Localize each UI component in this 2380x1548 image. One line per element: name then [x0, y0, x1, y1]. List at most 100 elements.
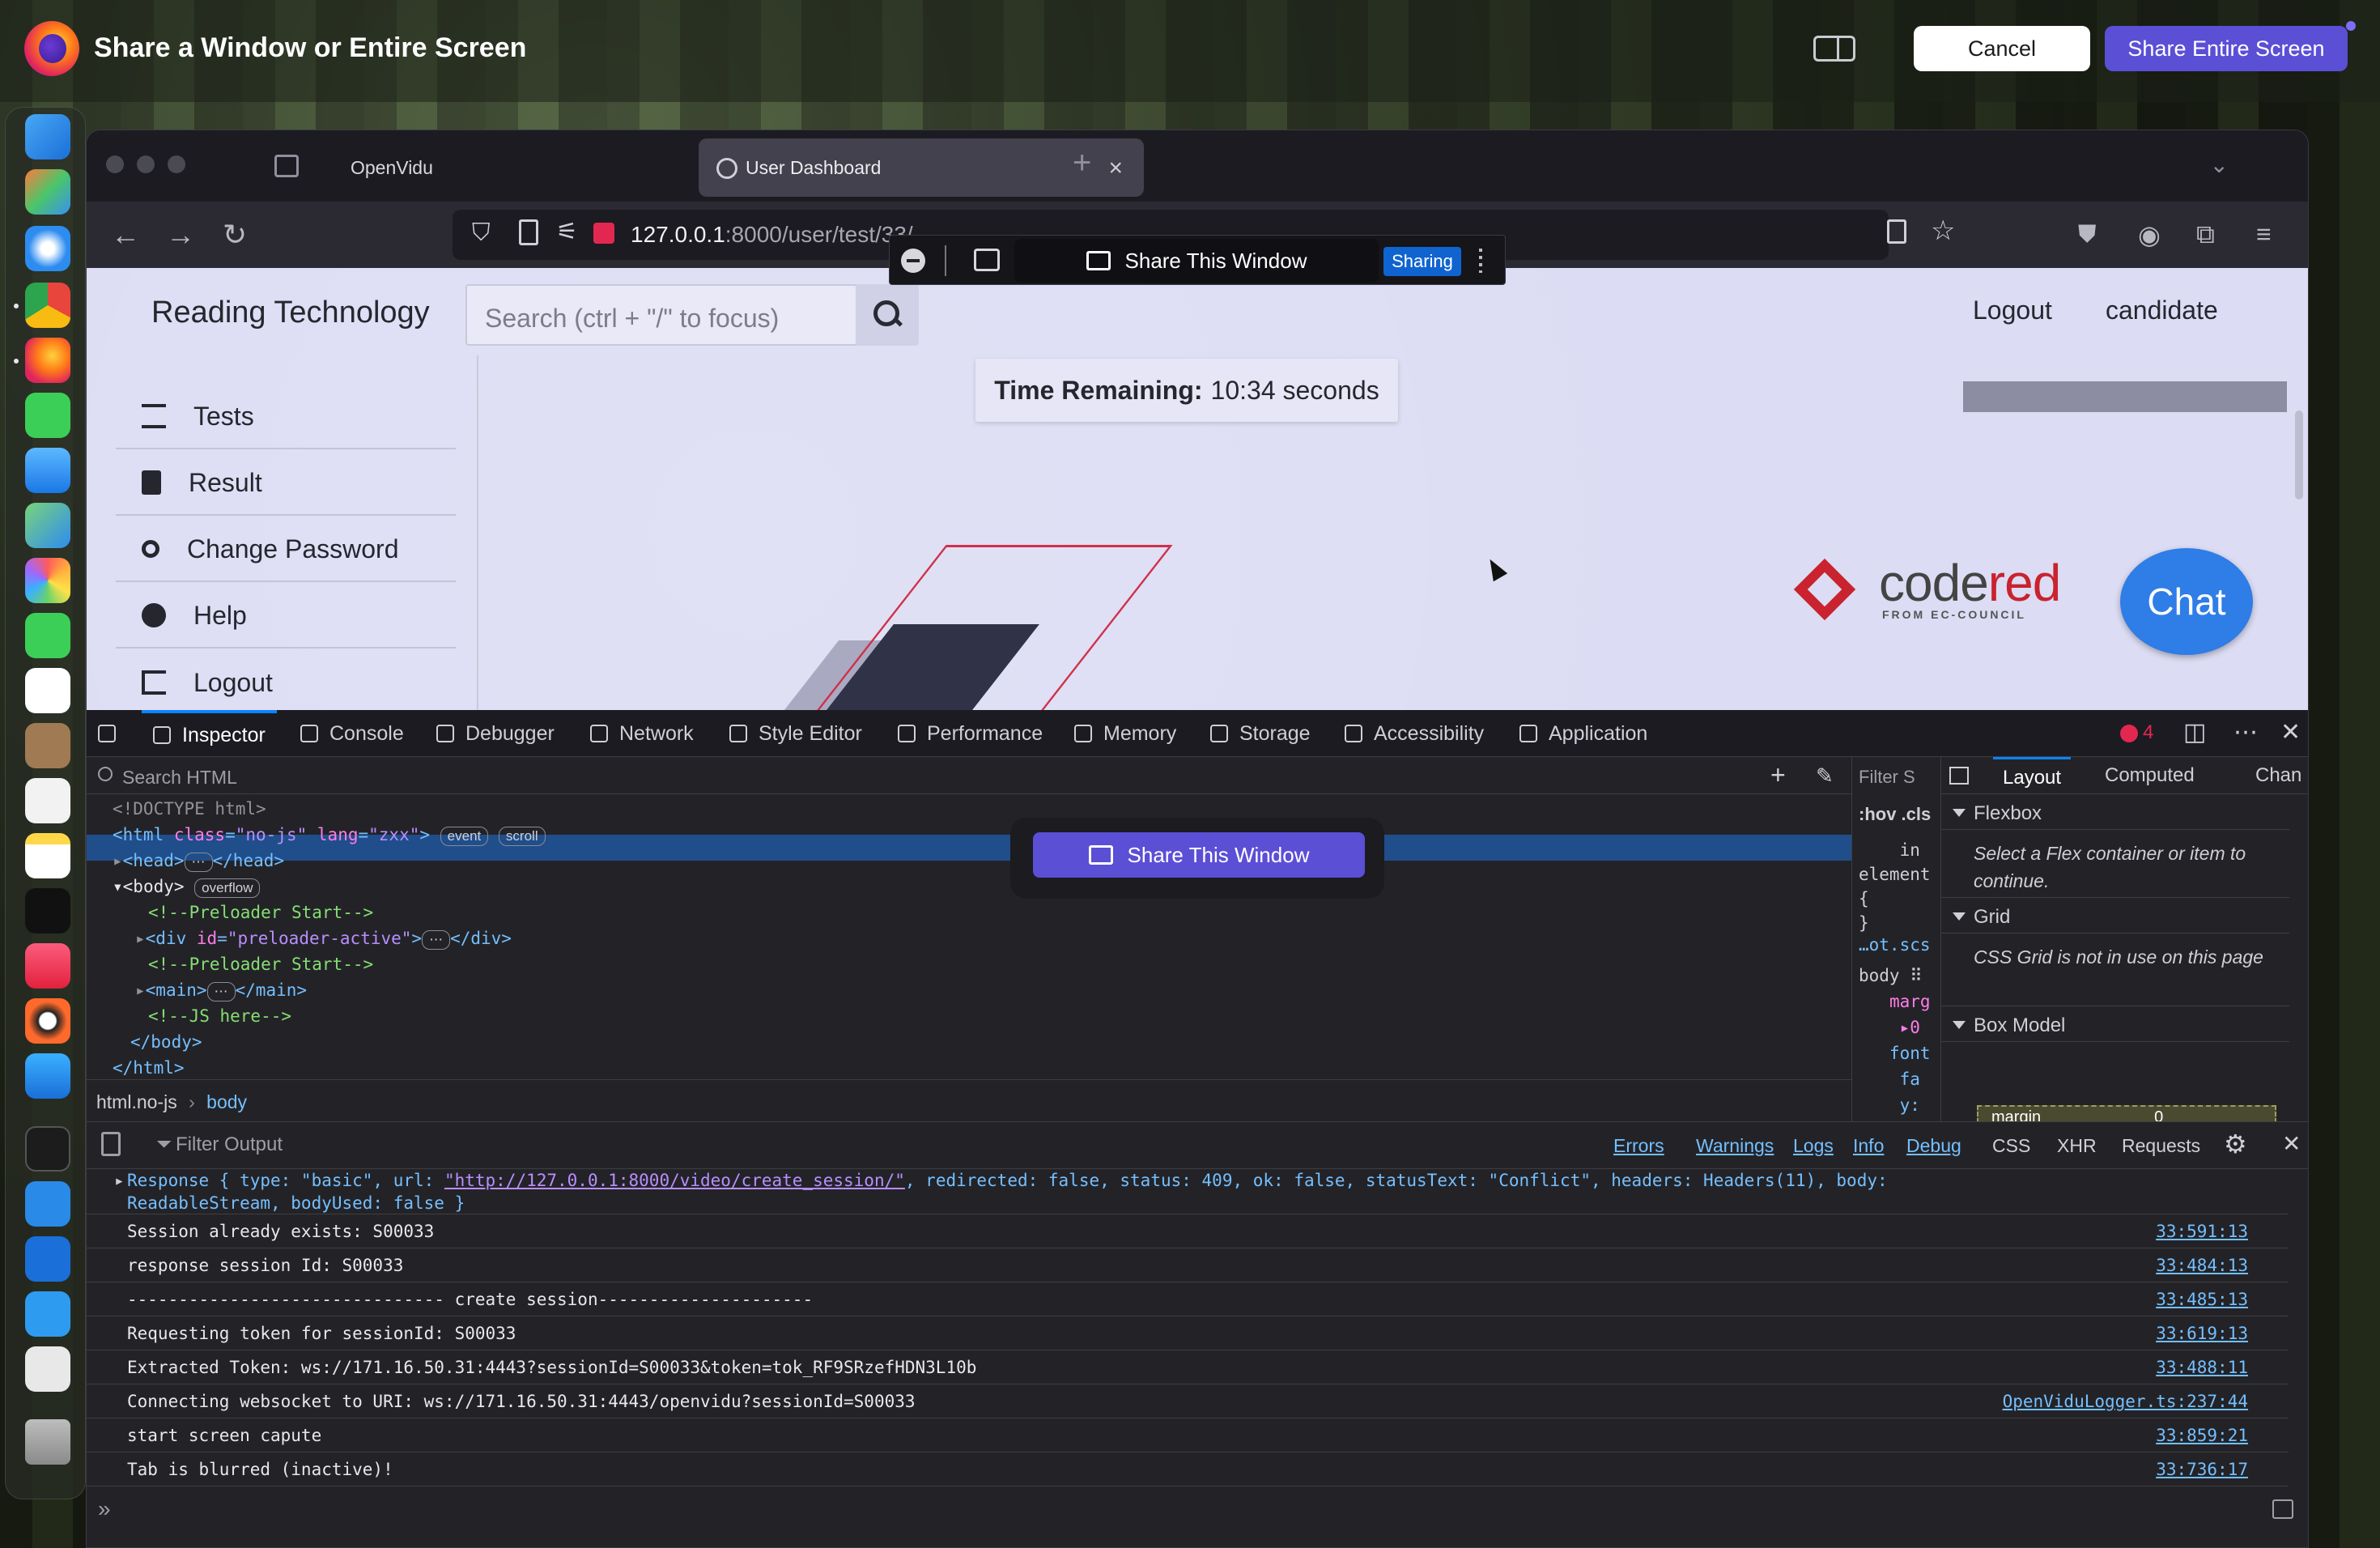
search-input[interactable]: Search (ctrl + "/" to focus)	[465, 284, 857, 346]
tree-line[interactable]: ▸<main> ⋯ </main>	[135, 977, 307, 1003]
safari-icon[interactable]	[25, 226, 70, 271]
chrome-icon[interactable]	[25, 283, 70, 328]
calendar-icon[interactable]	[25, 668, 70, 713]
tab-inspector[interactable]: Inspector	[142, 710, 277, 757]
page-icon[interactable]	[519, 219, 538, 245]
tab-performance[interactable]: Performance	[898, 710, 1043, 757]
rules-hov-cls[interactable]: :hov .cls	[1859, 804, 1931, 825]
terminal-icon[interactable]	[25, 1126, 70, 1172]
tree-line[interactable]: ▾<body> overflow	[113, 874, 261, 899]
message-source-link[interactable]: 33:591:13	[2156, 1214, 2248, 1248]
tree-line[interactable]: ▸<head> ⋯ </head>	[113, 848, 284, 874]
sidebar-item-result[interactable]: Result	[116, 451, 456, 516]
tree-line[interactable]: <!--Preloader Start-->	[148, 951, 373, 977]
facetime-icon[interactable]	[25, 613, 70, 658]
tab-changes[interactable]: Chan	[2255, 757, 2301, 794]
filter-debug[interactable]: Debug	[1898, 1132, 1970, 1159]
tree-line[interactable]: <!DOCTYPE html>	[113, 796, 266, 822]
vscode-icon[interactable]	[25, 1181, 70, 1227]
mail-icon[interactable]	[25, 448, 70, 493]
filter-xhr[interactable]: XHR	[2049, 1132, 2105, 1159]
message-source-link[interactable]: 33:619:13	[2156, 1316, 2248, 1350]
box-model-section-header[interactable]: Box Model	[1941, 1006, 2289, 1042]
add-node-icon[interactable]: +	[1770, 760, 1786, 790]
breadcrumb-item[interactable]: body	[206, 1091, 247, 1112]
filter-requests[interactable]: Requests	[2114, 1132, 2208, 1159]
tab-memory[interactable]: Memory	[1074, 710, 1176, 757]
tab-network[interactable]: Network	[590, 710, 694, 757]
zoom-window-icon[interactable]	[168, 155, 185, 173]
reader-view-icon[interactable]	[1887, 219, 1906, 244]
sidebar-item-logout[interactable]: Logout	[116, 650, 456, 710]
launchpad-icon[interactable]	[25, 169, 70, 215]
window-layout-icon[interactable]	[1813, 36, 1855, 62]
tab-storage[interactable]: Storage	[1210, 710, 1311, 757]
podcast-icon[interactable]	[25, 998, 70, 1044]
sidebar-item-help[interactable]: Help	[116, 584, 456, 649]
console-message[interactable]: Connecting websocket to URI: ws://171.16…	[87, 1384, 2289, 1418]
share-this-window-pill-button[interactable]: Share This Window	[1014, 239, 1379, 283]
flexbox-section-header[interactable]: Flexbox	[1941, 794, 2289, 830]
console-message[interactable]: response session Id: S00033 33:484:13	[87, 1248, 2289, 1282]
maps-icon[interactable]	[25, 503, 70, 548]
bookmark-star-icon[interactable]: ☆	[1931, 215, 1955, 247]
tab-accessibility[interactable]: Accessibility	[1345, 710, 1484, 757]
chat-button[interactable]: Chat	[2120, 548, 2253, 655]
account-icon[interactable]: ◉	[2138, 219, 2161, 250]
tree-line[interactable]: <!--JS here-->	[148, 1003, 291, 1029]
photos-icon[interactable]	[25, 558, 70, 603]
tab-style-editor[interactable]: Style Editor	[729, 710, 862, 757]
filter-css[interactable]: CSS	[1984, 1132, 2038, 1159]
response-url-link[interactable]: "http://127.0.0.1:8000/video/create_sess…	[444, 1171, 905, 1190]
console-message[interactable]: Requesting token for sessionId: S00033 33…	[87, 1316, 2289, 1350]
console-message[interactable]: Tab is blurred (inactive)! 33:736:17	[87, 1452, 2289, 1486]
minimize-window-icon[interactable]	[137, 155, 155, 173]
minimize-indicator-icon[interactable]	[901, 249, 925, 273]
finder-icon[interactable]	[25, 114, 70, 159]
filter-warnings[interactable]: Warnings	[1688, 1132, 1782, 1159]
message-source-link[interactable]: 33:488:11	[2156, 1350, 2248, 1384]
tab-overview-icon[interactable]	[274, 155, 299, 177]
pocket-icon[interactable]: ⛊	[2078, 221, 2097, 249]
user-menu[interactable]: candidate	[2106, 296, 2218, 325]
tree-line[interactable]: </body>	[130, 1029, 202, 1055]
close-window-icon[interactable]	[106, 155, 124, 173]
settings-gear-icon[interactable]: ⚙	[2224, 1129, 2247, 1159]
expand-icon[interactable]: ▸	[114, 1169, 125, 1192]
element-picker-icon[interactable]	[98, 710, 127, 757]
message-source-link[interactable]: 33:859:21	[2156, 1418, 2248, 1452]
message-source-link[interactable]: OpenViduLogger.ts:237:44	[2003, 1384, 2248, 1418]
drag-handle-icon[interactable]	[1479, 249, 1482, 273]
contacts-icon[interactable]	[25, 723, 70, 768]
grid-section-header[interactable]: Grid	[1941, 898, 2289, 933]
filter-logs[interactable]: Logs	[1785, 1132, 1842, 1159]
reload-icon[interactable]: ↻	[223, 218, 247, 252]
filter-errors[interactable]: Errors	[1605, 1132, 1672, 1159]
cancel-button[interactable]: Cancel	[1914, 26, 2090, 71]
forward-icon[interactable]: →	[166, 218, 195, 252]
sidebar-toggle-icon[interactable]	[2272, 1499, 2293, 1519]
shield-icon[interactable]: ⛉	[472, 219, 491, 247]
textedit-icon[interactable]	[25, 1346, 70, 1392]
console-message-response[interactable]: ▸ Response { type: "basic", url: "http:/…	[87, 1169, 2289, 1214]
list-all-tabs-icon[interactable]: ⌄	[2210, 151, 2229, 178]
tree-line[interactable]: </html>	[113, 1055, 185, 1081]
message-source-link[interactable]: 33:484:13	[2156, 1248, 2248, 1282]
logout-link[interactable]: Logout	[1973, 296, 2052, 325]
vertical-scrollbar[interactable]	[2295, 410, 2303, 500]
url-text[interactable]: 127.0.0.1:8000/user/test/33/	[631, 222, 913, 248]
tree-line[interactable]: <!--Preloader Start-->	[148, 899, 373, 925]
outlook-icon[interactable]	[25, 1236, 70, 1282]
permissions-icon[interactable]: ⚟	[556, 218, 578, 246]
dock-side-icon[interactable]: ◫	[2183, 718, 2206, 746]
close-tab-icon[interactable]: ×	[1108, 155, 1123, 182]
filter-info[interactable]: Info	[1845, 1132, 1892, 1159]
back-icon[interactable]: ←	[111, 218, 140, 252]
extensions-icon[interactable]: ⧉	[2196, 219, 2215, 250]
console-message[interactable]: ------------------------------- create s…	[87, 1282, 2289, 1316]
site-brand[interactable]: Reading Technology	[151, 296, 430, 330]
tree-line[interactable]: <html class="no-js" lang="zxx"> event sc…	[113, 822, 546, 848]
eyedropper-icon[interactable]: ✎	[1816, 763, 1834, 789]
console-input-chevron-icon[interactable]: »	[98, 1496, 111, 1522]
tab-console[interactable]: Console	[300, 710, 404, 757]
